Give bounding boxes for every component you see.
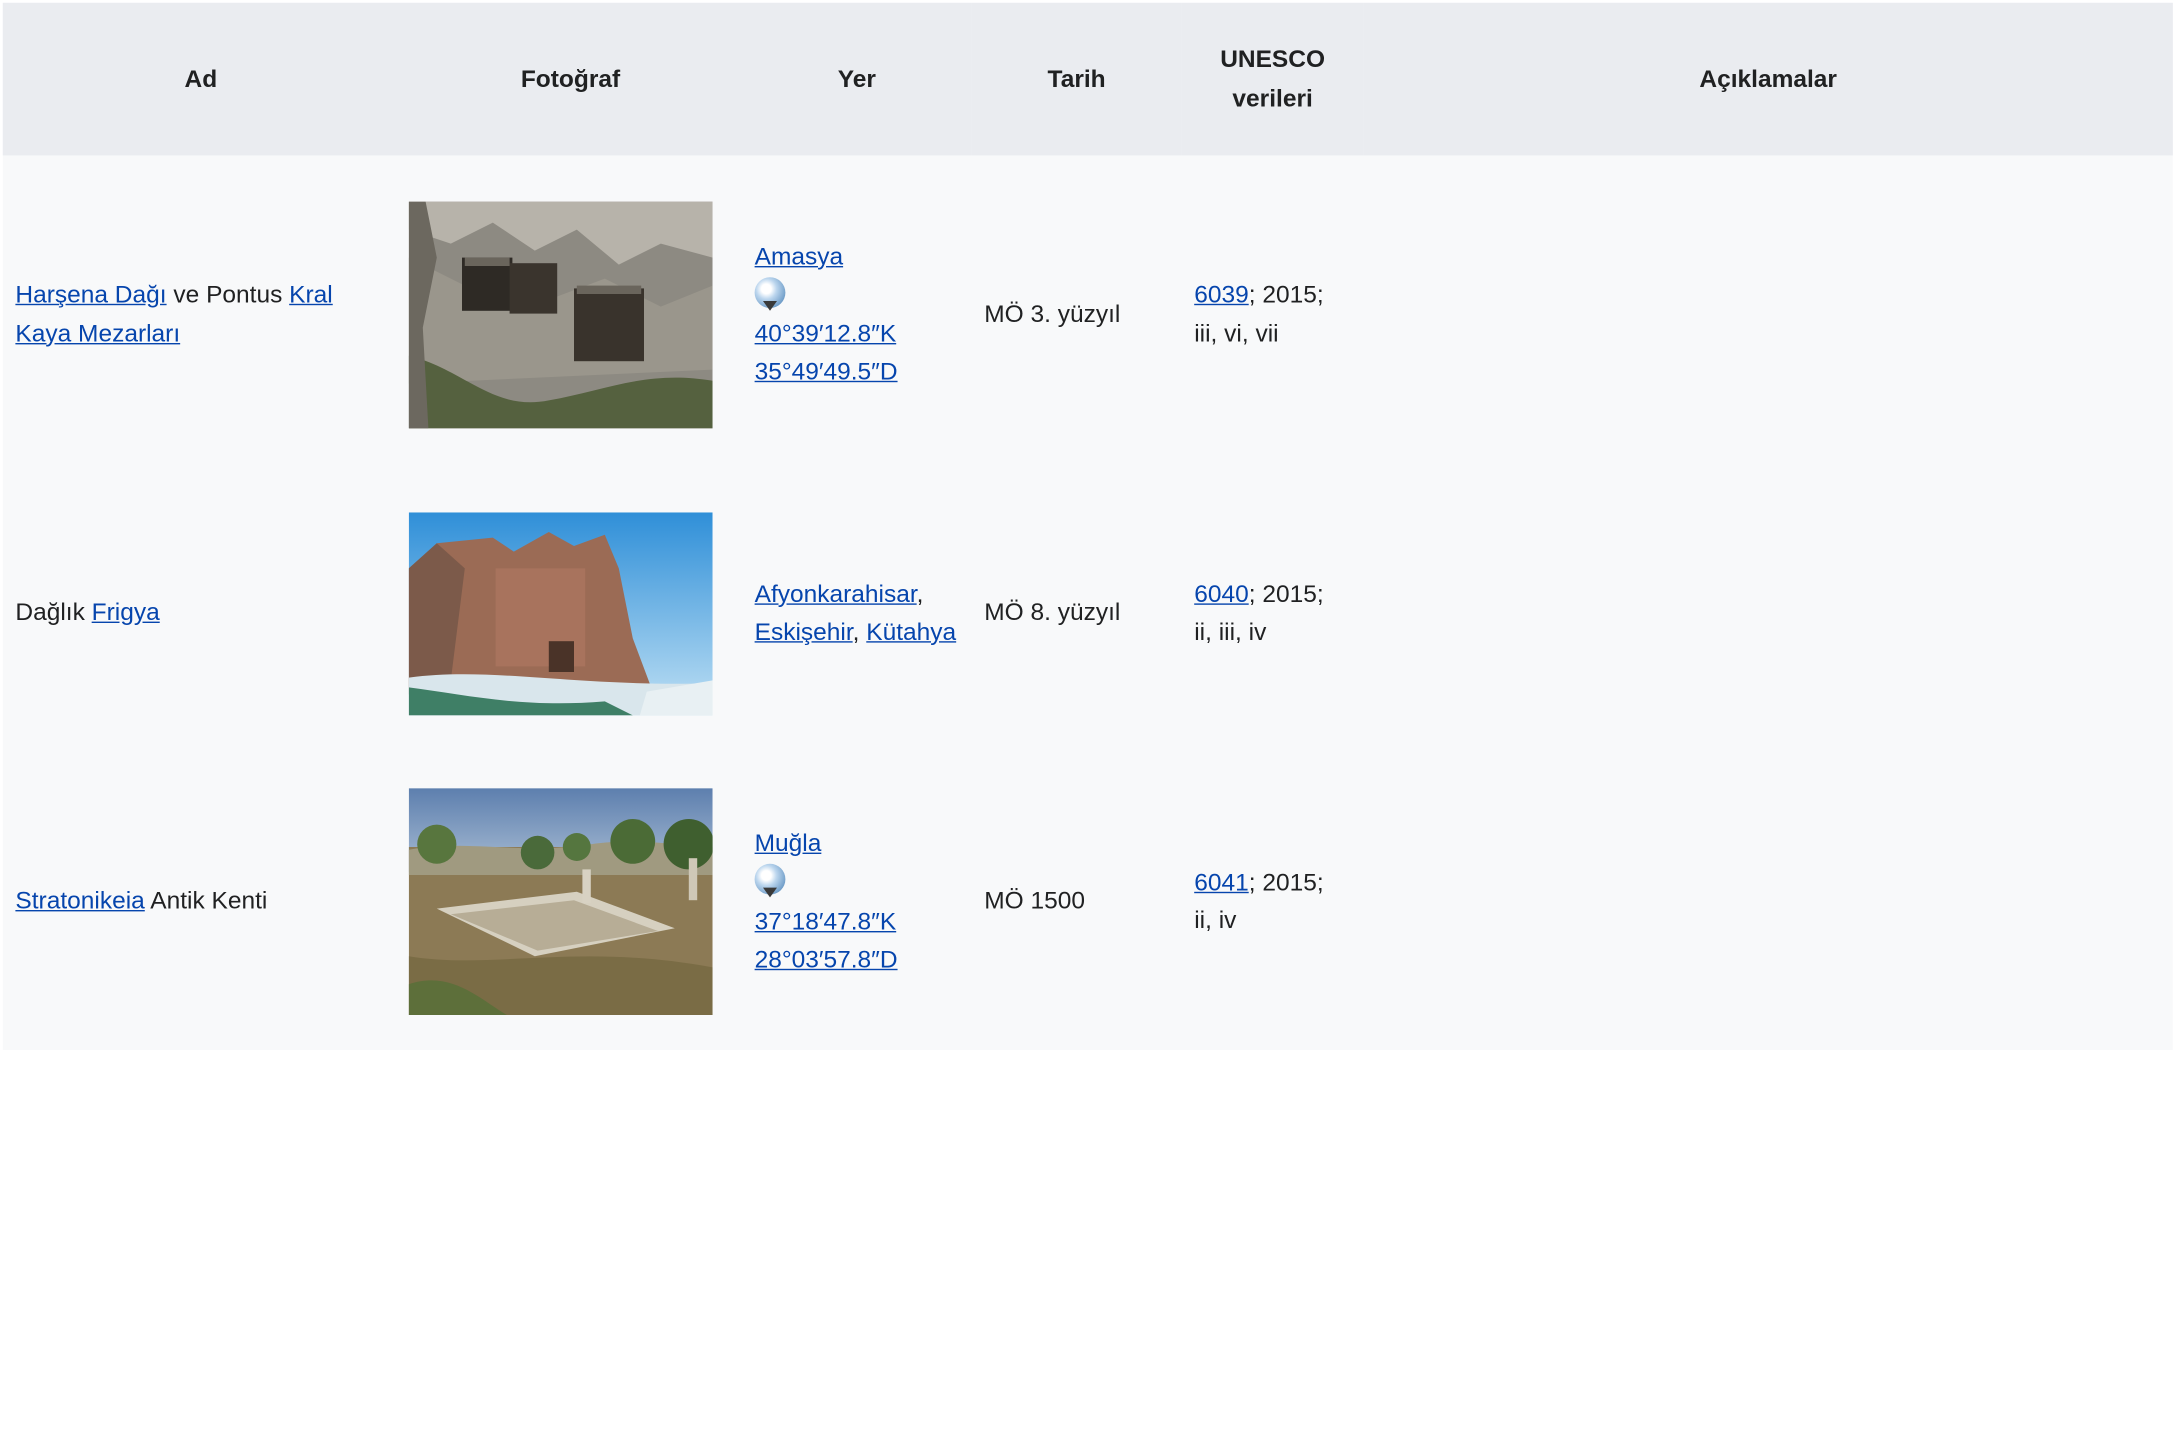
- photo-cell: [399, 473, 742, 753]
- location-link[interactable]: Afyonkarahisar: [755, 579, 917, 607]
- site-name-cell: Harşena Dağı ve Pontus Kral Kaya Mezarla…: [3, 155, 399, 473]
- site-name-text: Dağlık: [15, 598, 92, 627]
- coordinates-link[interactable]: 40°39′12.8″K 35°49′49.5″D: [755, 319, 898, 385]
- date-cell: MÖ 1500: [984, 886, 1085, 915]
- site-name-text: ve Pontus: [166, 280, 290, 309]
- unesco-criteria: iii, vi, vii: [1194, 318, 1279, 347]
- site-link[interactable]: Frigya: [92, 598, 160, 626]
- table-row: Dağlık Frigya Afyonkarahisar, Eskişehir,…: [3, 473, 2173, 753]
- header-date[interactable]: Tarih: [971, 2, 1182, 156]
- header-location[interactable]: Yer: [742, 2, 972, 156]
- unesco-cell: 6039; 2015; iii, vi, vii: [1182, 155, 1364, 473]
- location-cell: Afyonkarahisar, Eskişehir, Kütahya: [754, 579, 957, 646]
- site-photo[interactable]: [408, 511, 713, 715]
- site-name-text: Antik Kenti: [144, 886, 268, 915]
- table-row: Stratonikeia Antik Kenti Muğla 37°18′47.…: [3, 753, 2173, 1050]
- unesco-id-link[interactable]: 6039: [1194, 281, 1249, 309]
- unesco-id-link[interactable]: 6041: [1194, 868, 1249, 896]
- unesco-cell: 6040; 2015; ii, iii, iv: [1182, 473, 1364, 753]
- site-name-cell: Dağlık Frigya: [3, 473, 399, 753]
- unesco-criteria: ii, iv: [1194, 905, 1237, 934]
- site-photo[interactable]: [408, 788, 713, 1015]
- header-photo: Fotoğraf: [399, 2, 742, 156]
- notes-cell: [1364, 155, 2173, 473]
- unesco-year: ; 2015;: [1248, 280, 1324, 309]
- photo-cell: [399, 155, 742, 473]
- header-name[interactable]: Ad: [2, 2, 400, 156]
- coordinates-link[interactable]: 37°18′47.8″K 28°03′57.8″D: [755, 907, 898, 973]
- date-cell: MÖ 8. yüzyıl: [984, 598, 1121, 627]
- site-link[interactable]: Harşena Dağı: [15, 281, 166, 309]
- site-link[interactable]: Stratonikeia: [15, 887, 144, 915]
- notes-cell: [1364, 753, 2173, 1050]
- header-notes[interactable]: Açıklamalar: [1363, 2, 2173, 156]
- location-cell: Amasya 40°39′12.8″K 35°49′49.5″D: [742, 155, 972, 473]
- notes-cell: [1364, 473, 2173, 753]
- heritage-table: Ad Fotoğraf Yer Tarih UNESCO verileri Aç…: [2, 2, 2173, 1050]
- location-link[interactable]: Eskişehir: [755, 617, 853, 645]
- date-cell: MÖ 3. yüzyıl: [984, 299, 1121, 328]
- location-cell: Muğla 37°18′47.8″K 28°03′57.8″D: [742, 753, 972, 1050]
- globe-icon[interactable]: [754, 277, 786, 311]
- site-photo[interactable]: [408, 200, 713, 428]
- header-row: Ad Fotoğraf Yer Tarih UNESCO verileri Aç…: [2, 2, 2173, 156]
- unesco-cell: 6041; 2015; ii, iv: [1182, 753, 1364, 1050]
- header-unesco[interactable]: UNESCO verileri: [1181, 2, 1364, 156]
- location-link[interactable]: Amasya: [755, 242, 844, 270]
- location-link[interactable]: Muğla: [755, 829, 822, 857]
- unesco-criteria: ii, iii, iv: [1194, 617, 1267, 646]
- unesco-year: ; 2015;: [1248, 579, 1324, 608]
- unesco-id-link[interactable]: 6040: [1194, 579, 1249, 607]
- unesco-year: ; 2015;: [1248, 867, 1324, 896]
- photo-cell: [399, 753, 742, 1050]
- header-unesco-line2: verileri: [1232, 83, 1313, 112]
- location-link[interactable]: Kütahya: [866, 617, 956, 645]
- table-row: Harşena Dağı ve Pontus Kral Kaya Mezarla…: [3, 155, 2173, 473]
- globe-icon[interactable]: [754, 864, 786, 898]
- site-name-cell: Stratonikeia Antik Kenti: [3, 753, 399, 1050]
- header-unesco-line1: UNESCO: [1220, 45, 1326, 74]
